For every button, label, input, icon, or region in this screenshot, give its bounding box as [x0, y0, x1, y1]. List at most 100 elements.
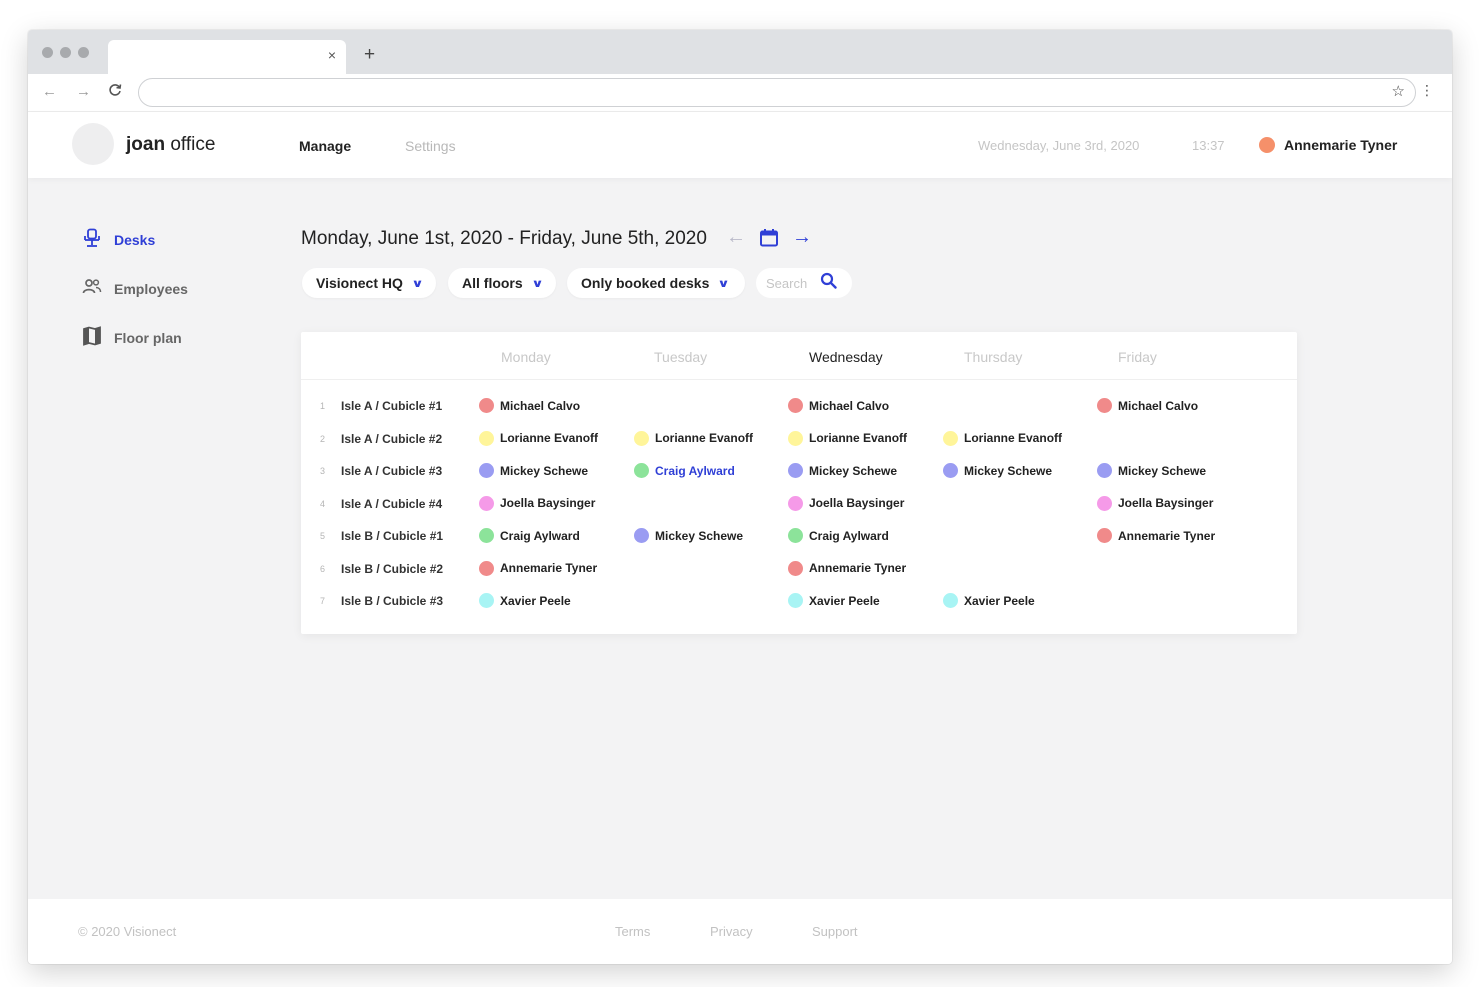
booking-cell[interactable]: Joella Baysinger — [1097, 495, 1213, 511]
calendar-icon[interactable] — [759, 228, 779, 253]
person-name: Xavier Peele — [809, 593, 880, 608]
row-number: 3 — [320, 466, 326, 476]
back-arrow-icon[interactable]: ← — [42, 83, 57, 100]
footer-link-privacy[interactable]: Privacy — [710, 924, 753, 939]
footer: © 2020 Visionect Terms Privacy Support — [28, 899, 1452, 964]
forward-arrow-icon[interactable]: → — [76, 83, 91, 100]
reload-icon[interactable] — [108, 83, 122, 101]
booking-cell[interactable]: Joella Baysinger — [479, 495, 596, 511]
person-name: Craig Aylward — [809, 528, 889, 543]
booking-cell[interactable]: Lorianne Evanoff — [943, 430, 1062, 446]
nav-manage[interactable]: Manage — [299, 138, 351, 154]
booking-cell[interactable]: Mickey Schewe — [634, 528, 743, 543]
person-name: Annemarie Tyner — [809, 561, 907, 575]
person-color-dot — [788, 463, 803, 478]
sidebar-item-label: Floor plan — [114, 329, 182, 346]
booked-filter-dropdown[interactable]: Only booked desks ∨ — [567, 268, 745, 298]
booking-cell[interactable]: Lorianne Evanoff — [634, 430, 754, 446]
row-number: 1 — [320, 401, 326, 411]
person-name: Joella Baysinger — [500, 496, 596, 510]
window-zoom-dot[interactable] — [78, 47, 89, 58]
person-name: Michael Calvo — [500, 398, 581, 413]
booking-cell[interactable]: Annemarie Tyner — [788, 560, 907, 576]
window-close-dot[interactable] — [42, 47, 53, 58]
browser-menu-icon[interactable]: ⋮ — [1420, 82, 1434, 99]
sidebar-item-desks[interactable]: Desks — [82, 228, 155, 251]
person-name: Michael Calvo — [1118, 398, 1199, 413]
current-date: Wednesday, June 3rd, 2020 — [978, 138, 1140, 153]
booking-cell[interactable]: Xavier Peele — [943, 593, 1035, 608]
table-row: 4 Isle A / Cubicle #4 Joella Baysinger Joel… — [301, 490, 1297, 522]
previous-week-arrow-icon[interactable]: ← — [726, 226, 746, 249]
search-input[interactable] — [766, 275, 818, 291]
booking-cell[interactable]: Xavier Peele — [479, 593, 571, 608]
booking-cell[interactable]: Craig Aylward — [634, 463, 735, 478]
person-name: Mickey Schewe — [809, 463, 898, 478]
address-bar[interactable]: ☆ — [138, 78, 1416, 107]
person-color-dot — [1097, 463, 1112, 478]
browser-tab[interactable]: × — [108, 40, 346, 74]
nav-settings[interactable]: Settings — [405, 138, 456, 154]
floors-dropdown[interactable]: All floors ∨ — [448, 268, 556, 298]
booking-cell[interactable]: Craig Aylward — [479, 528, 580, 543]
desk-name: Isle B / Cubicle #2 — [341, 561, 444, 576]
location-dropdown[interactable]: Visionect HQ ∨ — [302, 268, 436, 298]
person-color-dot — [788, 495, 803, 511]
row-number: 2 — [320, 433, 326, 444]
map-icon — [82, 326, 102, 349]
bookings-table: Monday Tuesday Wednesday Thursday Friday… — [301, 332, 1297, 634]
booking-cell[interactable]: Annemarie Tyner — [479, 560, 597, 576]
person-color-dot — [479, 560, 494, 576]
table-row: 7 Isle B / Cubicle #3 Xavier Peele Xavier P… — [301, 587, 1297, 619]
new-tab-icon[interactable]: + — [364, 44, 375, 66]
row-number: 7 — [320, 596, 326, 606]
booking-cell[interactable]: Michael Calvo — [479, 398, 580, 413]
booking-cell[interactable]: Craig Aylward — [788, 528, 889, 543]
table-row: 3 Isle A / Cubicle #3 Mickey Schewe Craig A… — [301, 457, 1297, 489]
booking-cell[interactable]: Xavier Peele — [788, 593, 880, 608]
table-row: 2 Isle A / Cubicle #2 Lorianne Evanoff Lori… — [301, 425, 1297, 457]
booking-cell[interactable]: Michael Calvo — [788, 398, 889, 413]
booking-cell[interactable]: Annemarie Tyner — [1097, 528, 1215, 543]
bookmark-star-icon[interactable]: ☆ — [1392, 82, 1405, 100]
booking-cell[interactable]: Lorianne Evanoff — [479, 430, 598, 446]
person-color-dot — [788, 593, 803, 608]
booking-cell[interactable]: Michael Calvo — [1097, 398, 1198, 413]
search-icon[interactable] — [820, 272, 837, 294]
table-row: 6 Isle B / Cubicle #2 Annemarie Tyner Annem… — [301, 555, 1297, 587]
browser-window: × + ← → ☆ ⋮ joan office Manage Settings … — [28, 30, 1452, 964]
booking-cell[interactable]: Mickey Schewe — [943, 463, 1052, 478]
booking-cell[interactable]: Mickey Schewe — [1097, 463, 1206, 478]
user-menu[interactable]: Annemarie Tyner — [1284, 137, 1397, 153]
desk-name: Isle A / Cubicle #4 — [341, 496, 443, 511]
booking-cell[interactable]: Mickey Schewe — [479, 463, 588, 478]
next-week-arrow-icon[interactable]: → — [792, 226, 812, 249]
window-minimize-dot[interactable] — [60, 47, 71, 58]
person-color-dot — [943, 430, 958, 446]
brand-name[interactable]: joan office — [126, 134, 215, 156]
floors-dropdown-value: All floors — [462, 275, 523, 291]
close-tab-icon[interactable]: × — [328, 47, 336, 63]
people-icon — [82, 277, 102, 300]
desk-name: Isle A / Cubicle #2 — [341, 431, 443, 446]
person-name: Mickey Schewe — [500, 463, 589, 478]
current-time: 13:37 — [1192, 138, 1225, 153]
footer-link-terms[interactable]: Terms — [615, 924, 650, 939]
desk-name: Isle A / Cubicle #3 — [341, 464, 443, 478]
booking-cell[interactable]: Joella Baysinger — [788, 495, 904, 511]
desk-name: Isle A / Cubicle #1 — [341, 399, 443, 413]
sidebar-item-employees[interactable]: Employees — [82, 277, 188, 300]
user-color-dot — [1259, 137, 1275, 153]
footer-link-support[interactable]: Support — [812, 924, 858, 939]
person-color-dot — [479, 528, 494, 543]
person-color-dot — [1097, 495, 1112, 511]
person-name: Lorianne Evanoff — [655, 431, 754, 445]
person-name: Mickey Schewe — [655, 528, 744, 543]
sidebar-item-floor-plan[interactable]: Floor plan — [82, 326, 182, 349]
booking-cell[interactable]: Lorianne Evanoff — [788, 430, 907, 446]
person-color-dot — [943, 463, 958, 478]
browser-tabbar: × + — [28, 30, 1452, 74]
date-range-title: Monday, June 1st, 2020 - Friday, June 5t… — [301, 228, 707, 249]
booking-cell[interactable]: Mickey Schewe — [788, 463, 897, 478]
person-name: Mickey Schewe — [964, 463, 1053, 478]
